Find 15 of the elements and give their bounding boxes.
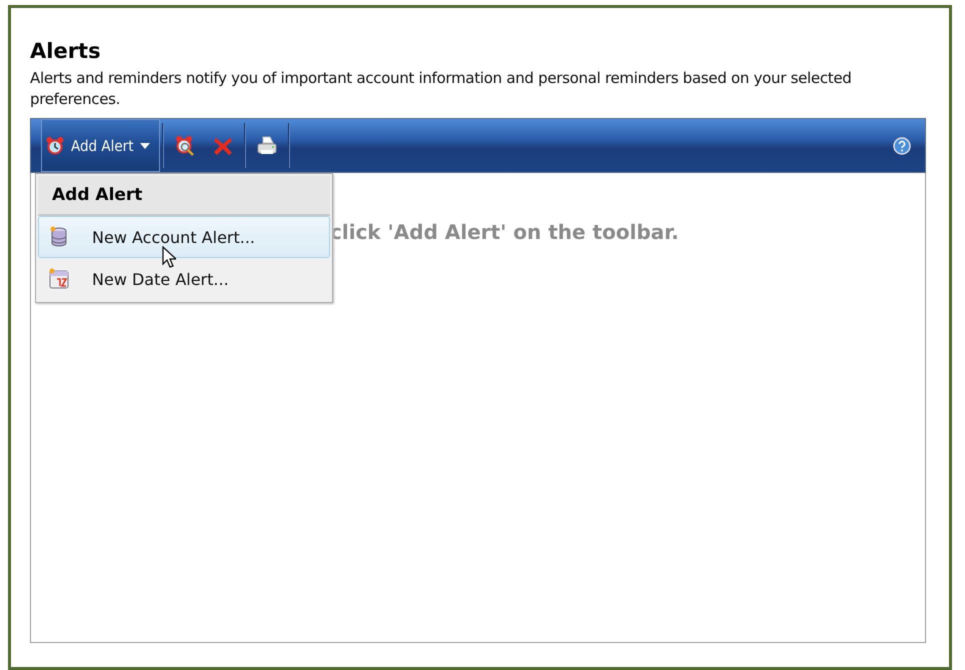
calendar-icon <box>48 268 70 290</box>
menu-item[interactable]: New Date Alert... <box>38 258 330 300</box>
caret-icon <box>140 142 150 148</box>
printer-icon <box>256 134 278 156</box>
page-description: Alerts and reminders notify you of important account information and personal reminders based on your selected preferences. <box>30 68 853 110</box>
empty-message: click 'Add Alert' on the toolbar. <box>330 220 679 244</box>
add-alert-button[interactable]: Add Alert <box>41 119 160 172</box>
menu-header: Add Alert <box>38 176 330 216</box>
database-icon <box>49 226 69 248</box>
page-title: Alerts <box>30 38 102 64</box>
alarm-clock-icon <box>45 136 65 156</box>
mouse-pointer-icon <box>162 246 176 268</box>
clock-magnifier-icon <box>174 134 196 156</box>
menu-item[interactable]: New Account Alert... <box>38 216 330 258</box>
question-mark-icon <box>893 136 911 154</box>
